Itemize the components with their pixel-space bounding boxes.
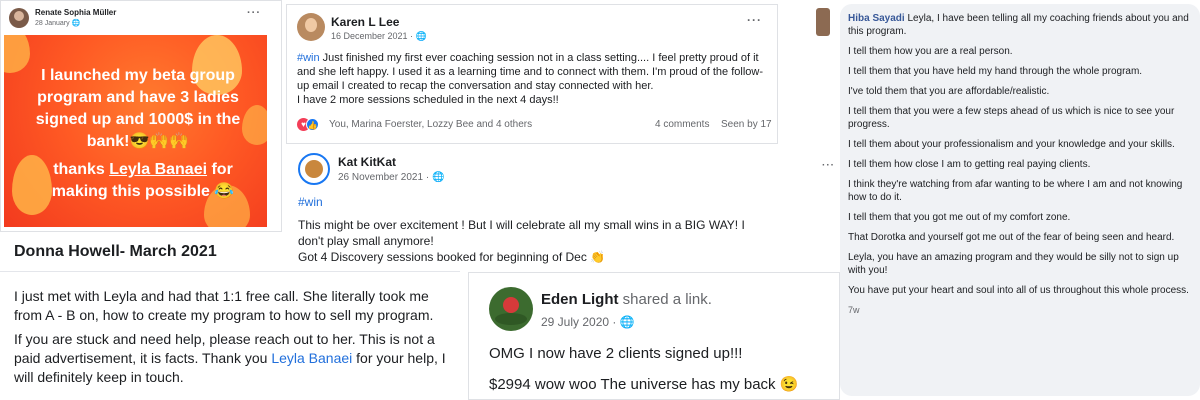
comment-line: You have put your heart and soul into al… <box>848 285 1189 296</box>
reaction-summary[interactable]: You, Marina Foerster, Lozzy Bee and 4 ot… <box>329 119 532 130</box>
mention-link[interactable]: Leyla Banaei <box>271 350 352 366</box>
post-card-kat: Kat KitKat 26 November 2021 · 🌐 #win Thi… <box>286 147 778 267</box>
avatar[interactable] <box>298 153 330 185</box>
post-card-renate: Renate Sophia Müller 28 January 🌐 ··· I … <box>0 0 282 232</box>
comment-line: That Dorotka and yourself got me out of … <box>848 232 1175 243</box>
comment-line: I think they're watching from afar wanti… <box>848 179 1183 203</box>
avatar[interactable] <box>489 287 533 331</box>
post-card-eden: Eden Light shared a link. 29 July 2020 ·… <box>468 272 840 400</box>
banner-text: I launched my beta group program and hav… <box>35 67 241 150</box>
post-date[interactable]: 29 July 2020 · 🌐 <box>541 315 635 329</box>
post-author[interactable]: Eden Light <box>541 291 619 308</box>
post-body: This might be over excitement ! But I wi… <box>298 218 745 264</box>
like-reaction-icon: 👍 <box>306 118 319 131</box>
globe-icon: 🌐 <box>71 20 81 27</box>
post-date[interactable]: 26 November 2021 · 🌐 <box>338 172 444 183</box>
post-body-line: OMG I now have 2 clients signed up!!! <box>489 345 743 362</box>
comment-bubble-hiba: Hiba Sayadi Leyla, I have been telling a… <box>840 4 1200 396</box>
testimonial-paragraph: If you are stuck and need help, please r… <box>14 331 446 385</box>
globe-icon: 🌐 <box>431 172 445 183</box>
testimonial-paragraph: I just met with Leyla and had that 1:1 f… <box>14 288 434 323</box>
post-body-line: $2994 wow woo The universe has my back 😉 <box>489 376 799 393</box>
comment-line: Leyla, you have an amazing program and t… <box>848 252 1179 276</box>
testimonial-title: Donna Howell- March 2021 <box>14 243 217 260</box>
hashtag-link[interactable]: #win <box>298 195 323 209</box>
comment-line: I tell them that you were a few steps ah… <box>848 106 1175 130</box>
post-date[interactable]: 16 December 2021 · 🌐 <box>331 31 427 42</box>
post-header: Eden Light shared a link. <box>541 291 712 308</box>
post-image-banner[interactable]: I launched my beta group program and hav… <box>4 35 267 227</box>
comment-line: I've told them that you are affordable/r… <box>848 86 1050 97</box>
avatar[interactable] <box>9 8 29 28</box>
hashtag-link[interactable]: #win <box>297 52 320 64</box>
seen-by-count[interactable]: Seen by 17 <box>721 119 772 130</box>
comment-author[interactable]: Hiba Sayadi <box>848 13 905 24</box>
post-card-karen: Karen L Lee 16 December 2021 · 🌐 ··· #wi… <box>286 4 778 144</box>
avatar[interactable] <box>297 13 325 41</box>
post-date[interactable]: 28 January 🌐 <box>35 19 80 27</box>
reaction-icons[interactable]: ♥ 👍 <box>297 118 323 132</box>
more-options-icon[interactable]: ··· <box>747 13 762 27</box>
globe-icon: 🌐 <box>415 31 427 41</box>
more-options-icon[interactable]: ··· <box>822 160 835 171</box>
comment-line: I tell them that you have held my hand t… <box>848 66 1143 77</box>
post-author[interactable]: Karen L Lee <box>331 15 399 29</box>
post-author[interactable]: Renate Sophia Müller <box>35 8 116 17</box>
post-body: #win Just finished my first ever coachin… <box>297 52 763 106</box>
comment-line: I tell them how close I am to getting re… <box>848 159 1091 170</box>
globe-icon: 🌐 <box>619 315 635 329</box>
comments-count[interactable]: 4 comments <box>655 119 709 130</box>
comment-line: I tell them how you are a real person. <box>848 46 1013 57</box>
comment-line: I tell them that you got me out of my co… <box>848 212 1071 223</box>
divider <box>0 271 460 272</box>
banner-mention-link[interactable]: Leyla Banaei <box>109 161 207 178</box>
comment-timestamp[interactable]: 7w <box>848 304 1194 317</box>
banner-thanks-text: thanks Leyla Banaei for making this poss… <box>51 161 235 200</box>
post-author[interactable]: Kat KitKat <box>338 155 396 169</box>
comment-line: I tell them about your professionalism a… <box>848 139 1175 150</box>
more-options-icon[interactable]: ··· <box>247 7 261 19</box>
comment-body: Hiba Sayadi Leyla, I have been telling a… <box>848 12 1194 324</box>
avatar[interactable] <box>816 8 830 36</box>
